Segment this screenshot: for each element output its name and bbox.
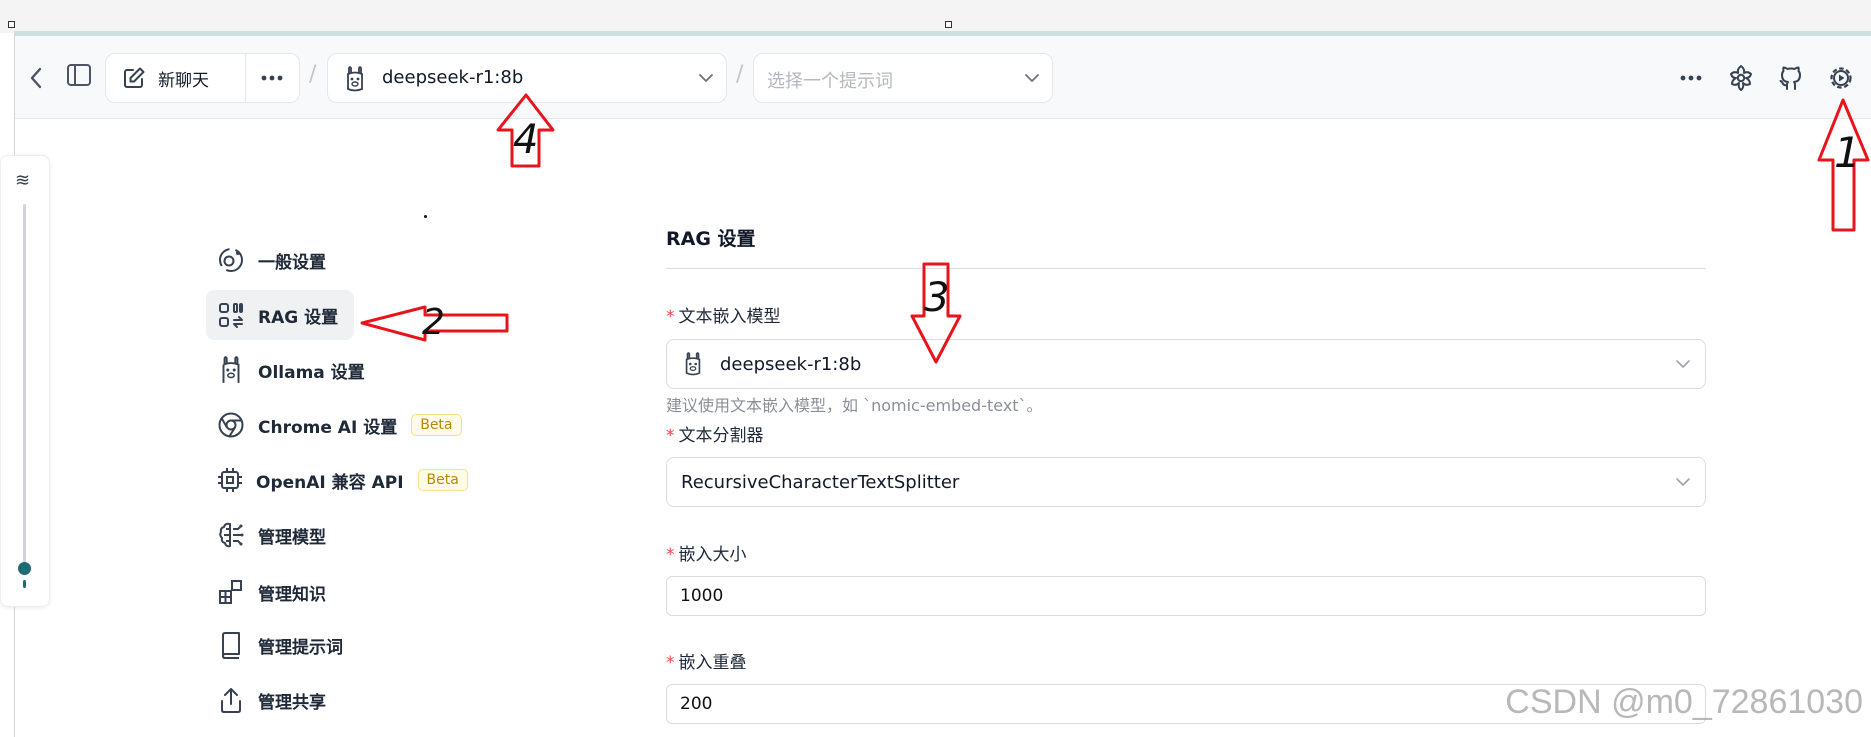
- watermark: CSDN @m0_72861030: [1505, 683, 1863, 721]
- chrome-icon: [216, 410, 246, 440]
- nav-item-rag[interactable]: RAG 设置: [206, 290, 354, 340]
- nav-item-ollama[interactable]: Ollama 设置: [206, 345, 466, 395]
- selected-model-label: deepseek-r1:8b: [382, 67, 524, 88]
- chunk-overlap-label: * 嵌入重叠: [666, 648, 747, 673]
- chevron-down-icon: [1676, 478, 1690, 487]
- blocks-icon: [216, 577, 246, 607]
- flower-icon: [1730, 65, 1752, 91]
- more-chat-options-button[interactable]: [252, 62, 292, 94]
- llama-icon: [685, 352, 701, 376]
- stray-dot: [424, 215, 427, 218]
- nav-label: 管理提示词: [258, 637, 343, 658]
- splitter-value: RecursiveCharacterTextSplitter: [681, 471, 960, 493]
- splitter-select[interactable]: RecursiveCharacterTextSplitter: [666, 457, 1706, 507]
- slider-thumb[interactable]: [18, 562, 31, 575]
- chevron-left-icon: [30, 67, 42, 89]
- nav-label: OpenAI 兼容 API: [256, 472, 404, 493]
- annotation-number-3: 3: [924, 275, 950, 321]
- nav-label: 管理模型: [258, 527, 326, 548]
- field-label-text: 嵌入大小: [678, 545, 747, 565]
- prompt-placeholder: 选择一个提示词: [767, 71, 893, 92]
- brain-icon: [216, 520, 246, 550]
- chunk-size-value: 1000: [680, 586, 724, 606]
- nav-item-manage-prompts[interactable]: 管理提示词: [206, 620, 466, 670]
- breadcrumb-separator-2: /: [736, 62, 744, 87]
- chip-icon: [216, 465, 244, 495]
- annotation-number-1: 1: [1834, 128, 1861, 177]
- required-mark: *: [666, 653, 675, 673]
- github-button[interactable]: [1775, 62, 1807, 94]
- section-divider: [666, 268, 1706, 269]
- annotation-number-4: 4: [513, 117, 539, 163]
- nav-item-manage-share[interactable]: 管理共享: [206, 675, 466, 725]
- beta-badge: Beta: [411, 414, 462, 436]
- slider-grip-icon: ≋: [15, 170, 31, 191]
- embedding-model-select[interactable]: deepseek-r1:8b: [666, 339, 1706, 389]
- model-select[interactable]: deepseek-r1:8b: [327, 53, 727, 103]
- required-mark: *: [666, 426, 675, 446]
- flower-settings-button[interactable]: [1725, 62, 1757, 94]
- beta-badge: Beta: [417, 469, 468, 491]
- llama-icon: [216, 355, 246, 385]
- nav-item-general[interactable]: 一般设置: [206, 235, 466, 285]
- chevron-down-icon: [699, 74, 713, 83]
- resize-handle-left[interactable]: [8, 21, 15, 28]
- required-mark: *: [666, 545, 675, 565]
- sidebar-toggle-button[interactable]: [64, 60, 94, 90]
- nav-item-openai-api[interactable]: OpenAI 兼容 API Beta: [206, 455, 468, 505]
- nav-label: Ollama 设置: [258, 362, 365, 383]
- window-top-strip: [0, 0, 1871, 33]
- github-icon: [1779, 66, 1801, 90]
- rag-icon: [216, 300, 246, 330]
- more-dots-icon: [261, 75, 283, 81]
- annotation-number-2: 2: [422, 302, 445, 343]
- chunk-overlap-value: 200: [680, 694, 713, 714]
- chunk-size-input[interactable]: 1000: [666, 576, 1706, 616]
- back-button[interactable]: [22, 60, 50, 96]
- embedding-model-label: * 文本嵌入模型: [666, 302, 781, 327]
- chevron-down-icon: [1676, 360, 1690, 369]
- nav-item-manage-models[interactable]: 管理模型: [206, 510, 466, 560]
- prompt-select[interactable]: 选择一个提示词: [753, 53, 1053, 103]
- general-settings-icon: [216, 245, 246, 275]
- nav-item-chrome-ai[interactable]: Chrome AI 设置 Beta: [206, 400, 466, 450]
- resize-handle-center[interactable]: [945, 21, 952, 28]
- embedding-model-value: deepseek-r1:8b: [720, 353, 862, 375]
- book-icon: [216, 630, 246, 660]
- more-options-button[interactable]: [1676, 63, 1706, 93]
- nav-label: Chrome AI 设置: [258, 417, 398, 438]
- divider: [245, 54, 246, 102]
- required-mark: *: [666, 307, 675, 327]
- splitter-label: * 文本分割器: [666, 421, 764, 446]
- nav-item-manage-knowledge[interactable]: 管理知识: [206, 567, 466, 617]
- slider-track[interactable]: [23, 204, 26, 564]
- edit-icon: [124, 67, 145, 88]
- nav-label: 一般设置: [258, 252, 326, 273]
- chevron-down-icon: [1025, 74, 1039, 83]
- share-icon: [216, 685, 246, 715]
- slider-tail: [23, 580, 26, 588]
- field-label-text: 文本嵌入模型: [678, 307, 781, 327]
- new-chat-label: 新聊天: [158, 70, 209, 91]
- sidebar-panel-icon: [67, 64, 91, 86]
- settings-button[interactable]: [1825, 62, 1857, 94]
- embedding-model-hint: 建议使用文本嵌入模型，如 `nomic-embed-text`。: [666, 396, 1043, 415]
- more-dots-icon: [1680, 75, 1702, 81]
- chunk-size-label: * 嵌入大小: [666, 540, 747, 565]
- nav-label: 管理共享: [258, 692, 326, 713]
- nav-label: 管理知识: [258, 584, 326, 605]
- new-chat-button[interactable]: 新聊天: [106, 54, 246, 102]
- nav-label: RAG 设置: [258, 307, 339, 328]
- field-label-text: 嵌入重叠: [678, 653, 747, 673]
- field-label-text: 文本分割器: [678, 426, 764, 446]
- section-title: RAG 设置: [666, 228, 756, 250]
- llama-icon: [347, 66, 363, 92]
- breadcrumb-separator: /: [309, 62, 317, 87]
- gear-play-icon: [1830, 67, 1852, 89]
